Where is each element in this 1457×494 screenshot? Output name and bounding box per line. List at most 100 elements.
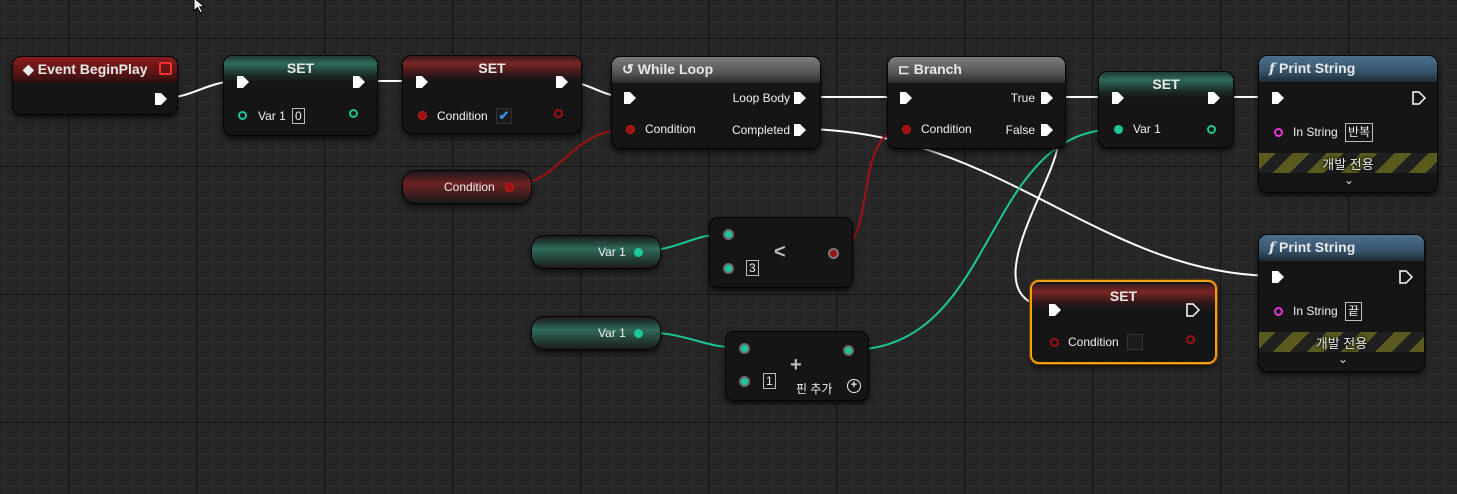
pin-label: Condition: [1068, 335, 1119, 349]
exec-in-pin[interactable]: [1271, 270, 1285, 284]
development-only-banner: 개발 전용: [1259, 153, 1437, 173]
pin-label: Condition: [437, 109, 488, 123]
false-out-pin[interactable]: [1040, 123, 1054, 137]
b-value-field[interactable]: 1: [763, 373, 776, 389]
exec-out-pin[interactable]: [1207, 91, 1221, 105]
condition-in-pin[interactable]: [1050, 338, 1059, 347]
print-string-node[interactable]: f Print String In String 반복 개발 전용 ⌄: [1258, 55, 1438, 193]
in-string-pin[interactable]: [1274, 128, 1283, 137]
set-var1-node[interactable]: SET Var 1 0: [223, 55, 378, 136]
node-title: Print String: [1279, 239, 1356, 255]
exec-in-pin[interactable]: [899, 91, 913, 105]
b-in-pin[interactable]: [723, 263, 734, 274]
in-string-pin[interactable]: [1274, 307, 1283, 316]
branch-icon: ⊏: [898, 61, 910, 77]
exec-out-pin[interactable]: [1186, 303, 1200, 317]
while-loop-node[interactable]: ↺ While Loop Condition Loop Body Complete…: [611, 56, 821, 149]
node-header: ◆ Event BeginPlay: [13, 57, 177, 83]
function-icon: f: [1269, 240, 1276, 256]
node-title: Event BeginPlay: [37, 61, 148, 77]
chevron-down-icon[interactable]: ⌄: [1338, 352, 1348, 366]
get-condition-node[interactable]: Condition: [402, 170, 532, 204]
function-icon: f: [1269, 61, 1276, 77]
a-in-pin[interactable]: [723, 229, 734, 240]
condition-out-pin[interactable]: [505, 183, 514, 192]
b-in-pin[interactable]: [739, 376, 750, 387]
variable-label: Var 1: [598, 245, 626, 259]
exec-in-pin[interactable]: [236, 75, 250, 89]
var1-value-field[interactable]: 0: [292, 108, 305, 124]
exec-out-pin[interactable]: [352, 75, 366, 89]
banner-label: 개발 전용: [1322, 157, 1374, 172]
less-than-node[interactable]: 3 <: [709, 217, 853, 288]
exec-wire: [799, 128, 1278, 277]
in-string-field[interactable]: 끝: [1345, 302, 1363, 321]
completed-label: Completed: [731, 123, 790, 137]
node-title: While Loop: [637, 61, 714, 77]
chevron-down-icon[interactable]: ⌄: [1344, 173, 1354, 187]
completed-out-pin[interactable]: [793, 123, 807, 137]
event-beginplay-node[interactable]: ◆ Event BeginPlay: [12, 56, 178, 115]
condition-out-pin[interactable]: [1186, 335, 1195, 344]
set-var1-b-node[interactable]: SET Var 1: [1098, 71, 1234, 148]
branch-node[interactable]: ⊏ Branch Condition True False: [887, 56, 1066, 149]
development-only-banner: 개발 전용: [1259, 332, 1424, 352]
exec-in-pin[interactable]: [1048, 303, 1062, 317]
var1-out-pin[interactable]: [634, 248, 643, 257]
node-title: Print String: [1279, 60, 1356, 76]
true-out-pin[interactable]: [1040, 91, 1054, 105]
mouse-cursor-icon: [193, 0, 206, 14]
exec-out-pin[interactable]: [154, 92, 168, 106]
set-condition-b-node[interactable]: SET Condition: [1030, 280, 1217, 364]
exec-out-pin[interactable]: [1412, 91, 1426, 105]
pin-label: In String: [1293, 125, 1338, 139]
var1-in-pin[interactable]: [1114, 125, 1123, 134]
var1-out-pin[interactable]: [1207, 125, 1216, 134]
a-in-pin[interactable]: [739, 343, 750, 354]
var1-out-pin[interactable]: [349, 109, 358, 118]
condition-checkbox[interactable]: [1127, 334, 1143, 350]
delegate-pin[interactable]: [159, 62, 172, 75]
node-header: f Print String: [1259, 56, 1437, 82]
false-label: False: [1005, 123, 1035, 137]
condition-in-pin[interactable]: [418, 111, 427, 120]
pin-label: In String: [1293, 304, 1338, 318]
loop-body-out-pin[interactable]: [793, 91, 807, 105]
set-condition-node[interactable]: SET Condition ✔: [402, 55, 582, 134]
loop-body-label: Loop Body: [732, 91, 790, 105]
variable-label: Var 1: [598, 326, 626, 340]
get-var1-node[interactable]: Var 1: [531, 316, 661, 350]
condition-checkbox[interactable]: ✔: [496, 108, 512, 124]
exec-in-pin[interactable]: [1271, 91, 1285, 105]
exec-in-pin[interactable]: [623, 91, 637, 105]
node-header: ↺ While Loop: [612, 57, 820, 83]
condition-in-pin[interactable]: [626, 125, 635, 134]
b-value-field[interactable]: 3: [746, 260, 759, 276]
exec-in-pin[interactable]: [1111, 91, 1125, 105]
banner-label: 개발 전용: [1315, 336, 1368, 351]
true-label: True: [1010, 91, 1035, 105]
add-circle-icon[interactable]: +: [847, 379, 861, 393]
result-out-pin[interactable]: [828, 248, 839, 259]
node-title: Branch: [913, 61, 962, 77]
exec-out-pin[interactable]: [1399, 270, 1413, 284]
add-node[interactable]: 1 + 핀 추가 +: [725, 331, 869, 401]
variable-label: Condition: [444, 180, 495, 194]
event-diamond-icon: ◆: [23, 61, 34, 77]
pin-label: Condition: [645, 122, 696, 136]
operator-label: +: [790, 354, 802, 376]
result-out-pin[interactable]: [843, 345, 854, 356]
var1-in-pin[interactable]: [238, 111, 247, 120]
condition-out-pin[interactable]: [554, 109, 563, 118]
operator-label: <: [774, 241, 786, 263]
print-string-node[interactable]: f Print String In String 끝 개발 전용 ⌄: [1258, 234, 1425, 372]
add-pin-button[interactable]: 핀 추가: [796, 380, 832, 397]
pin-label: Condition: [921, 122, 972, 136]
node-header: f Print String: [1259, 235, 1424, 261]
var1-out-pin[interactable]: [634, 329, 643, 338]
in-string-field[interactable]: 반복: [1345, 123, 1374, 142]
exec-out-pin[interactable]: [555, 75, 569, 89]
condition-in-pin[interactable]: [902, 125, 911, 134]
get-var1-node[interactable]: Var 1: [531, 235, 661, 269]
exec-in-pin[interactable]: [415, 75, 429, 89]
